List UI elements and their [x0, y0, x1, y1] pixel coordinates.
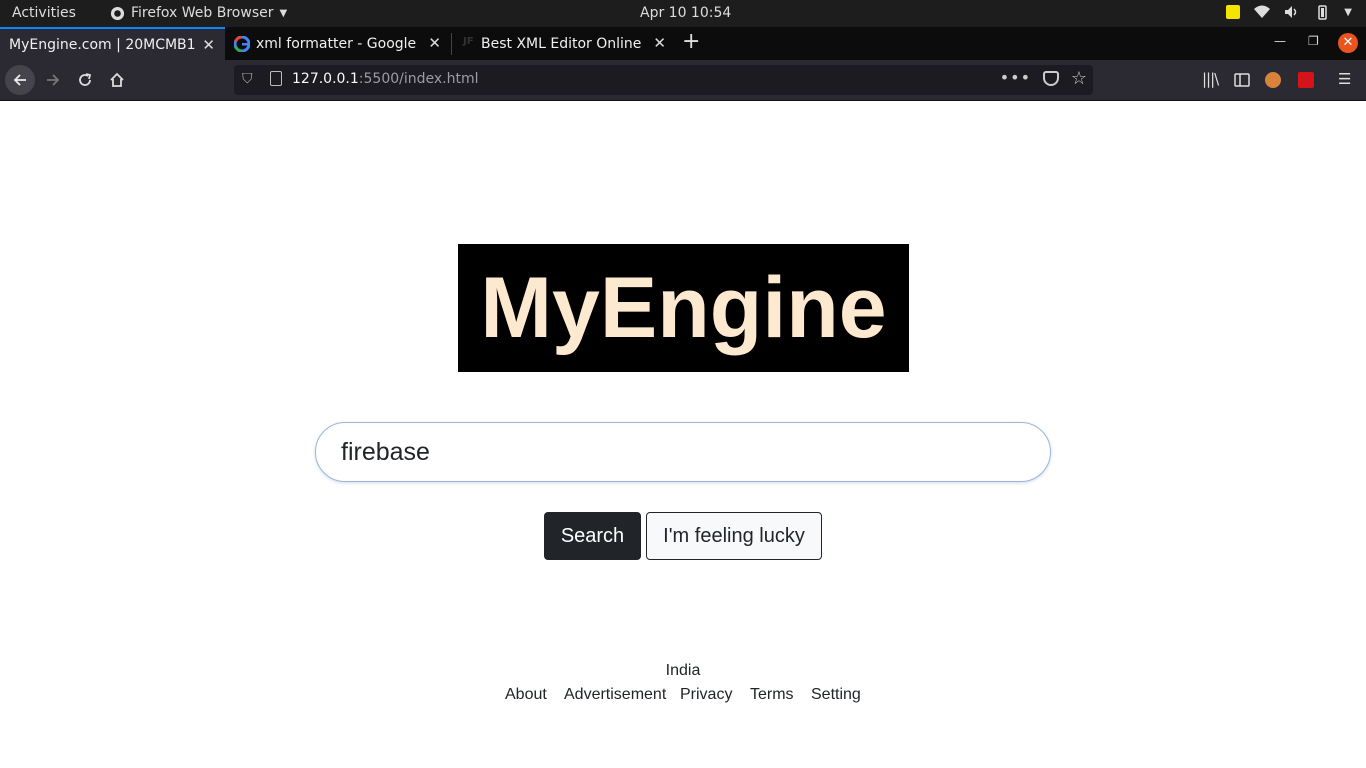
back-button[interactable]: [5, 65, 35, 95]
search-input[interactable]: [315, 422, 1051, 482]
url-host: 127.0.0.1: [292, 71, 359, 87]
wifi-icon: [1254, 5, 1271, 18]
footer-country: India: [665, 662, 701, 679]
tab-strip: MyEngine.com | 20MCMB15 ✕ xml formatter …: [0, 27, 1366, 60]
restore-button[interactable]: ❐: [1308, 34, 1319, 48]
footer-link-privacy[interactable]: Privacy: [680, 686, 732, 704]
minimize-button[interactable]: —: [1274, 34, 1286, 48]
tab-title: Best XML Editor Online: [481, 35, 642, 52]
tab-google[interactable]: xml formatter - Google S ✕: [225, 27, 451, 60]
logo-text: MyEngine: [480, 260, 887, 356]
firefox-icon: [110, 6, 125, 20]
battery-icon: [1318, 5, 1328, 20]
url-text[interactable]: 127.0.0.1:5500/index.html: [292, 71, 479, 87]
sidebar-icon[interactable]: [1234, 73, 1250, 87]
footer-link-terms[interactable]: Terms: [750, 686, 794, 704]
url-bar[interactable]: ⛉ 127.0.0.1:5500/index.html ••• ☆: [234, 65, 1093, 95]
clock[interactable]: Apr 10 10:54: [640, 5, 731, 21]
tab-xml-editor[interactable]: JF Best XML Editor Online ✕: [452, 27, 676, 60]
home-icon: [110, 72, 124, 87]
new-tab-button[interactable]: +: [682, 29, 700, 54]
activities-button[interactable]: Activities: [12, 5, 76, 21]
chevron-down-icon: ▼: [279, 7, 288, 19]
jsonformatter-favicon: JF: [463, 35, 474, 47]
shield-icon[interactable]: ⛉: [242, 71, 253, 87]
more-icon[interactable]: •••: [1000, 68, 1031, 87]
url-path: :5500/index.html: [358, 71, 479, 87]
forward-arrow-icon: [47, 74, 60, 86]
nav-toolbar: ⛉ 127.0.0.1:5500/index.html ••• ☆ |||\ ☰: [0, 60, 1366, 101]
forward-button[interactable]: [38, 65, 68, 95]
footer-link-setting[interactable]: Setting: [811, 686, 861, 704]
system-tray[interactable]: ▼: [1226, 4, 1352, 20]
site-logo: MyEngine: [458, 244, 909, 372]
system-top-bar: Activities Firefox Web Browser ▼ Apr 10 …: [0, 0, 1366, 27]
close-icon[interactable]: ✕: [428, 34, 441, 52]
volume-icon: [1285, 6, 1297, 18]
pocket-icon[interactable]: [1043, 71, 1059, 86]
notes-icon[interactable]: [1226, 5, 1241, 19]
close-icon[interactable]: ✕: [202, 36, 215, 54]
google-favicon: [234, 35, 250, 52]
reload-button[interactable]: [70, 65, 100, 95]
tab-title: MyEngine.com | 20MCMB15: [9, 36, 195, 53]
search-button[interactable]: Search: [544, 512, 641, 560]
avatar-icon[interactable]: [1265, 72, 1281, 88]
footer-link-advertisement[interactable]: Advertisement: [564, 686, 666, 704]
feeling-lucky-button[interactable]: I'm feeling lucky: [646, 512, 822, 560]
extension-icon[interactable]: [1298, 72, 1314, 88]
page-icon[interactable]: [270, 71, 282, 86]
menu-icon[interactable]: ☰: [1338, 70, 1351, 88]
tab-title: xml formatter - Google S: [256, 35, 418, 52]
footer-link-about[interactable]: About: [505, 686, 547, 704]
close-icon[interactable]: ✕: [653, 34, 666, 52]
tab-myengine[interactable]: MyEngine.com | 20MCMB15 ✕: [0, 27, 225, 60]
app-menu[interactable]: Firefox Web Browser ▼: [110, 5, 287, 21]
app-name: Firefox Web Browser: [131, 5, 274, 21]
back-arrow-icon: [13, 74, 26, 86]
star-icon[interactable]: ☆: [1071, 68, 1087, 89]
home-button[interactable]: [102, 65, 132, 95]
library-icon[interactable]: |||\: [1202, 70, 1219, 88]
window-close-button[interactable]: ✕: [1338, 33, 1358, 53]
reload-icon: [79, 73, 92, 86]
power-menu-icon[interactable]: ▼: [1344, 7, 1352, 18]
